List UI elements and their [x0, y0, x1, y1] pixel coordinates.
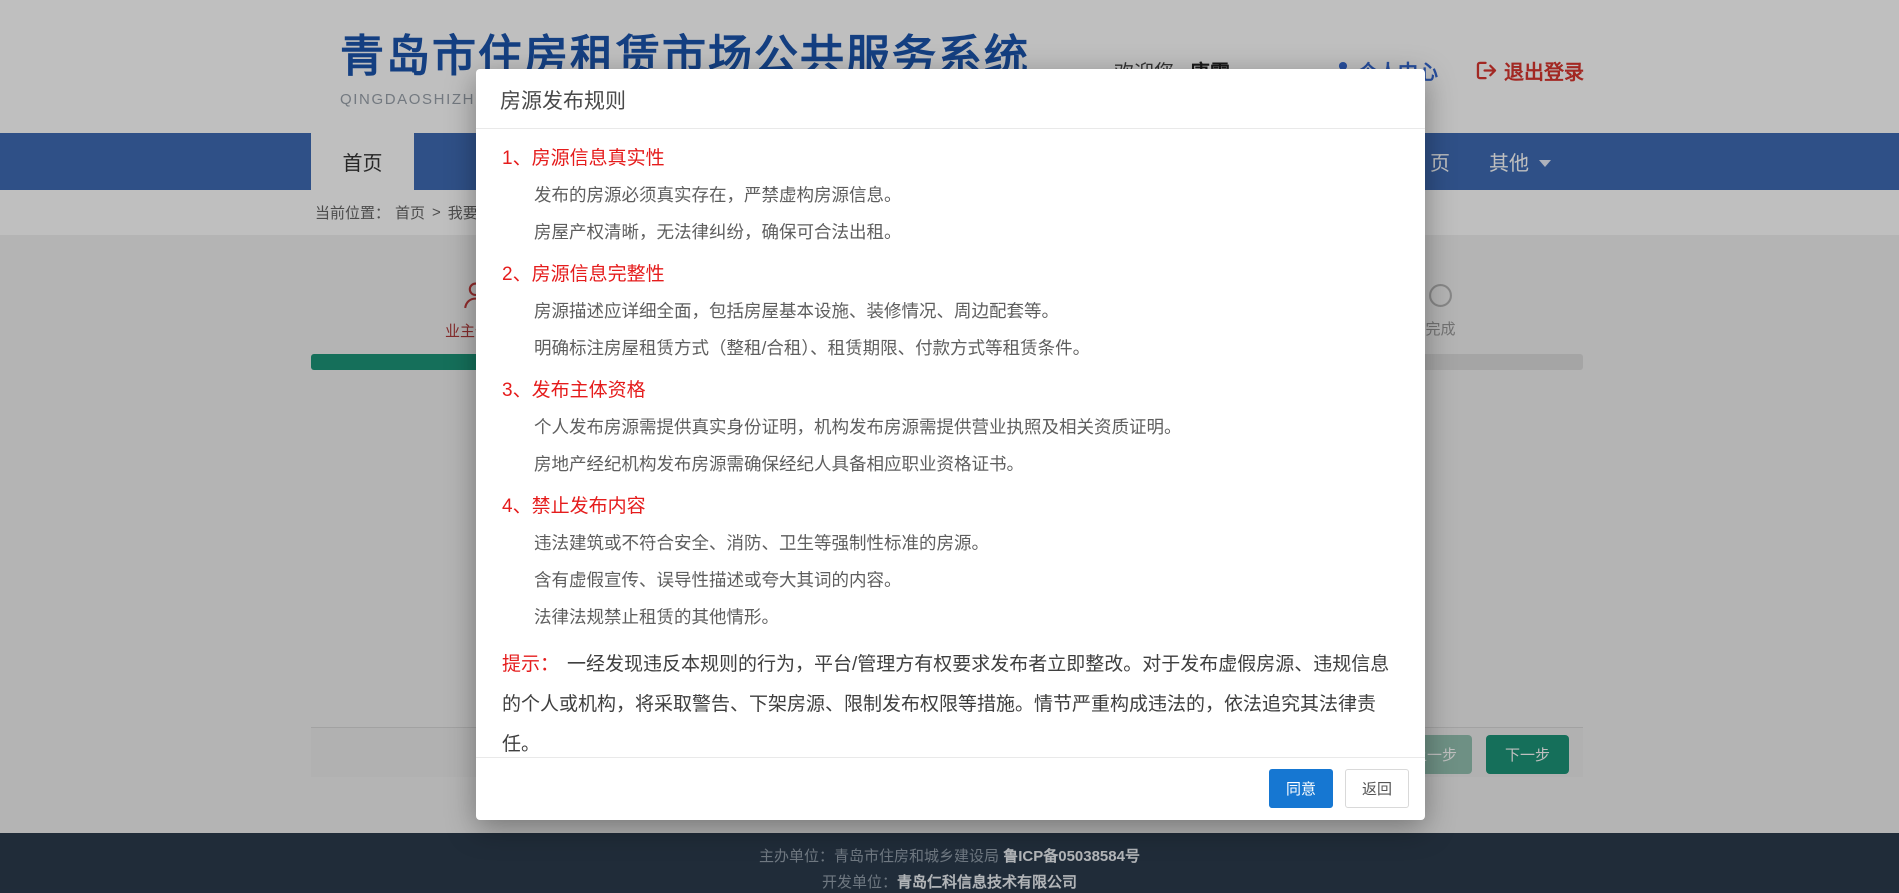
rule-line: 房源描述应详细全面，包括房屋基本设施、装修情况、周边配套等。	[534, 293, 1399, 330]
modal-title: 房源发布规则	[476, 69, 1425, 129]
rules-modal: 房源发布规则 1、房源信息真实性 发布的房源必须真实存在，严禁虚构房源信息。 房…	[476, 69, 1425, 820]
rule-line: 明确标注房屋租赁方式（整租/合租）、租赁期限、付款方式等租赁条件。	[534, 330, 1399, 367]
rule-heading: 1、房源信息真实性	[502, 141, 1399, 177]
rule-line: 发布的房源必须真实存在，严禁虚构房源信息。	[534, 177, 1399, 214]
rule-section: 4、禁止发布内容 违法建筑或不符合安全、消防、卫生等强制性标准的房源。 含有虚假…	[502, 489, 1399, 636]
rule-line: 房屋产权清晰，无法律纠纷，确保可合法出租。	[534, 214, 1399, 251]
rule-section: 3、发布主体资格 个人发布房源需提供真实身份证明，机构发布房源需提供营业执照及相…	[502, 373, 1399, 483]
page: 青岛市住房租赁市场公共服务系统 QINGDAOSHIZHUFANGZULINSH…	[0, 0, 1899, 893]
rule-line: 法律法规禁止租赁的其他情形。	[534, 599, 1399, 636]
rule-heading: 3、发布主体资格	[502, 373, 1399, 409]
return-button[interactable]: 返回	[1345, 769, 1409, 808]
rules-tip: 提示：一经发现违反本规则的行为，平台/管理方有权要求发布者立即整改。对于发布虚假…	[502, 645, 1399, 757]
agree-button[interactable]: 同意	[1269, 769, 1333, 808]
tip-text: 一经发现违反本规则的行为，平台/管理方有权要求发布者立即整改。对于发布虚假房源、…	[502, 654, 1389, 755]
rule-line: 房地产经纪机构发布房源需确保经纪人具备相应职业资格证书。	[534, 446, 1399, 483]
rule-line: 违法建筑或不符合安全、消防、卫生等强制性标准的房源。	[534, 525, 1399, 562]
rule-section: 2、房源信息完整性 房源描述应详细全面，包括房屋基本设施、装修情况、周边配套等。…	[502, 257, 1399, 367]
rule-section: 1、房源信息真实性 发布的房源必须真实存在，严禁虚构房源信息。 房屋产权清晰，无…	[502, 141, 1399, 251]
rule-line: 个人发布房源需提供真实身份证明，机构发布房源需提供营业执照及相关资质证明。	[534, 409, 1399, 446]
tip-label: 提示：	[502, 654, 559, 675]
rule-line: 含有虚假宣传、误导性描述或夸大其词的内容。	[534, 562, 1399, 599]
rule-heading: 4、禁止发布内容	[502, 489, 1399, 525]
modal-footer: 同意 返回	[476, 757, 1425, 820]
rule-heading: 2、房源信息完整性	[502, 257, 1399, 293]
modal-body: 1、房源信息真实性 发布的房源必须真实存在，严禁虚构房源信息。 房屋产权清晰，无…	[476, 129, 1425, 757]
